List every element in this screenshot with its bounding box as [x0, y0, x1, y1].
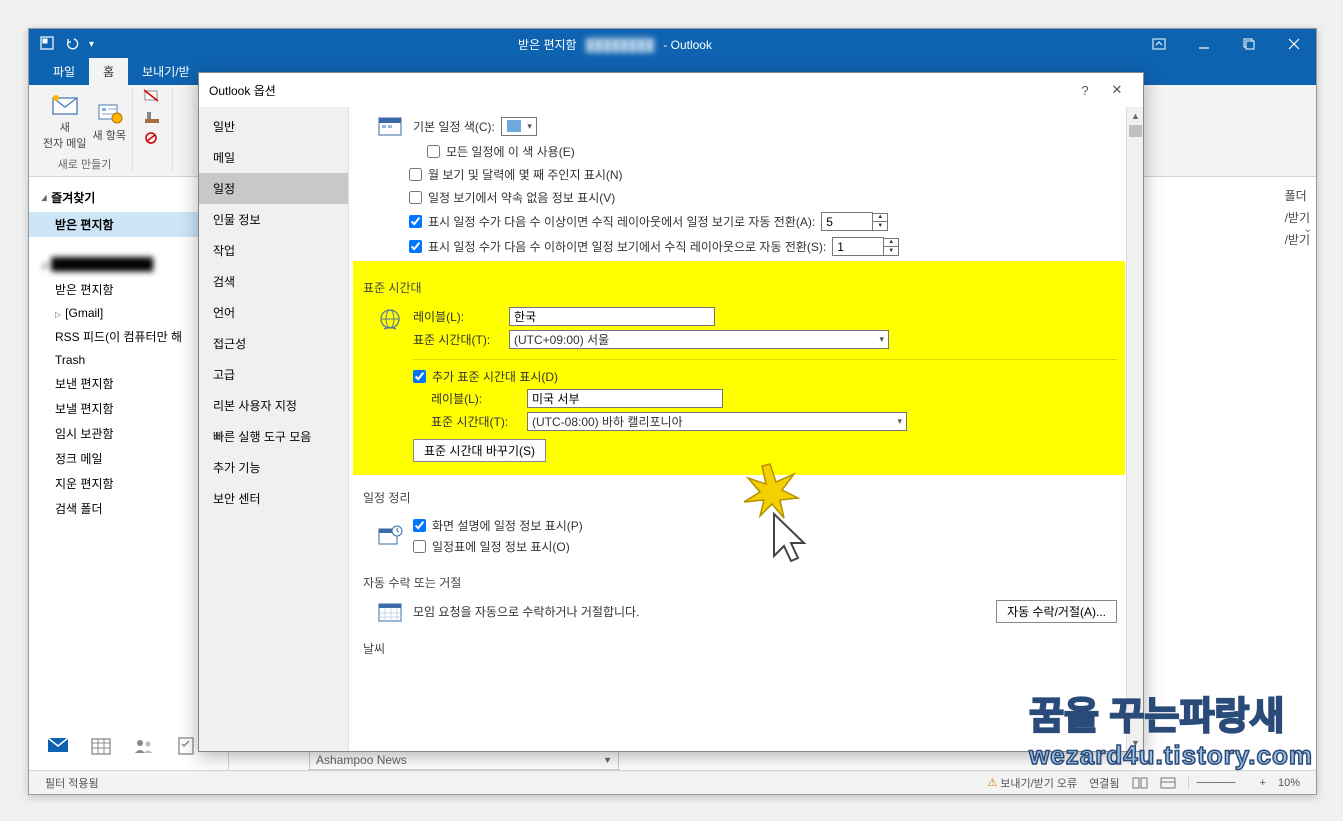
calendar-nav-icon[interactable] [91, 737, 111, 760]
cb-screentip[interactable] [413, 519, 426, 532]
options-content: 기본 일정 색(C): ▾ 모든 일정에 이 색 사용(E) 월 보기 및 달력… [349, 107, 1143, 751]
nav-addins[interactable]: 추가 기능 [199, 452, 348, 483]
auto-accept-icon [373, 601, 407, 623]
status-connected: 연결됨 [1089, 775, 1119, 791]
nav-qat[interactable]: 빠른 실행 도구 모음 [199, 421, 348, 452]
new-email-button[interactable]: 새 전자 메일 [43, 93, 87, 151]
tz-label-label: 레이블(L): [413, 308, 499, 325]
spin-threshold-2[interactable]: ▲▼ [832, 237, 899, 256]
dialog-help-button[interactable]: ? [1069, 83, 1101, 98]
tasks-nav-icon[interactable] [177, 737, 195, 760]
nav-advanced[interactable]: 고급 [199, 359, 348, 390]
tz2-label-input[interactable] [527, 389, 723, 408]
view-normal-icon[interactable] [1132, 777, 1148, 789]
spin-threshold-1[interactable]: ▲▼ [821, 212, 888, 231]
close-button[interactable] [1271, 29, 1316, 59]
nav-language[interactable]: 언어 [199, 297, 348, 328]
timezone-header: 표준 시간대 [359, 273, 1117, 302]
junk-icon[interactable] [143, 131, 161, 148]
auto-accept-desc: 모임 요청을 자동으로 수락하거나 거절합니다. [413, 603, 990, 620]
cb-no-appointment[interactable] [409, 191, 422, 204]
ribbon-group-label: 새로 만들기 [58, 156, 112, 172]
default-color-picker[interactable]: ▾ [501, 117, 537, 136]
tz2-timezone-select[interactable]: (UTC-08:00) 바하 캘리포니아▾ [527, 412, 907, 431]
nav-people[interactable]: 인물 정보 [199, 204, 348, 235]
timezone-section-highlighted: 표준 시간대 레이블(L): 표준 시간대(T): (UTC+09:00) 서울… [353, 261, 1125, 475]
ribbon-group-new: 새 전자 메일 새 항목 새로 만들기 [37, 89, 133, 172]
status-sendreceive-error[interactable]: ⚠보내기/받기 오류 [987, 775, 1077, 791]
cb-auto-vertical[interactable] [409, 215, 422, 228]
tz2-timezone-label: 표준 시간대(T): [431, 413, 517, 430]
ribbon-options-icon[interactable] [1136, 29, 1181, 59]
nav-mail[interactable]: 메일 [199, 142, 348, 173]
nav-ribbon[interactable]: 리본 사용자 지정 [199, 390, 348, 421]
undo-icon[interactable] [65, 36, 79, 53]
window-title: 받은 편지함 ████████ - Outlook [94, 36, 1136, 53]
cb-auto-vertical-2[interactable] [409, 240, 422, 253]
tz-timezone-label: 표준 시간대(T): [413, 331, 499, 348]
ribbon-right-remnant: 폴더 /받기 /받기 ⌄ [1285, 185, 1310, 251]
status-filter: 필터 적용됨 [45, 775, 99, 791]
weather-header: 날씨 [359, 634, 1117, 663]
tz-timezone-select[interactable]: (UTC+09:00) 서울▾ [509, 330, 889, 349]
options-scrollbar[interactable]: ▲ ▼ [1126, 107, 1143, 751]
nav-tasks[interactable]: 작업 [199, 235, 348, 266]
cb-week-numbers[interactable] [409, 168, 422, 181]
scheduling-header: 일정 정리 [359, 483, 1117, 512]
zoom-out-button[interactable]: ───── [1188, 777, 1248, 789]
auto-accept-header: 자동 수락 또는 거절 [359, 568, 1117, 597]
tab-sendreceive[interactable]: 보내기/받 [128, 58, 204, 85]
nav-search[interactable]: 검색 [199, 266, 348, 297]
calendar-color-icon [373, 115, 407, 137]
options-nav: 일반 메일 일정 인물 정보 작업 검색 언어 접근성 고급 리본 사용자 지정… [199, 107, 349, 751]
swap-timezones-button[interactable]: 표준 시간대 바꾸기(S) [413, 439, 546, 462]
tz-label-input[interactable] [509, 307, 715, 326]
zoom-in-button[interactable]: + [1260, 777, 1266, 789]
default-color-label: 기본 일정 색(C): [413, 118, 495, 135]
statusbar: 필터 적용됨 ⚠보내기/받기 오류 연결됨 ───── + 10% [29, 770, 1316, 794]
mail-nav-icon[interactable] [47, 737, 69, 760]
ribbon-group-delete [133, 89, 173, 172]
auto-accept-button[interactable]: 자동 수락/거절(A)... [996, 600, 1117, 623]
nav-accessibility[interactable]: 접근성 [199, 328, 348, 359]
dialog-title: Outlook 옵션 [209, 82, 1069, 99]
people-nav-icon[interactable] [133, 737, 155, 760]
minimize-button[interactable] [1181, 29, 1226, 59]
tz2-label-label: 레이블(L): [431, 390, 517, 407]
cb-all-calendars[interactable] [427, 145, 440, 158]
view-reading-icon[interactable] [1160, 777, 1176, 789]
ashampoo-dropdown[interactable]: Ashampoo News▼ [309, 750, 619, 770]
dialog-titlebar: Outlook 옵션 ? ✕ [199, 73, 1143, 107]
zoom-level: 10% [1278, 777, 1300, 789]
maximize-button[interactable] [1226, 29, 1271, 59]
nav-general[interactable]: 일반 [199, 111, 348, 142]
nav-calendar[interactable]: 일정 [199, 173, 348, 204]
app-icon [39, 35, 55, 54]
options-dialog: Outlook 옵션 ? ✕ 일반 메일 일정 인물 정보 작업 검색 언어 접… [198, 72, 1144, 752]
tab-home[interactable]: 홈 [89, 58, 128, 85]
scheduling-icon [373, 525, 407, 547]
nav-trust[interactable]: 보안 센터 [199, 483, 348, 514]
titlebar: ▾ 받은 편지함 ████████ - Outlook [29, 29, 1316, 59]
cleanup-icon[interactable] [143, 110, 161, 127]
globe-icon [373, 305, 407, 335]
tab-file[interactable]: 파일 [39, 58, 89, 85]
cb-additional-tz[interactable] [413, 370, 426, 383]
cb-schedule-info[interactable] [413, 540, 426, 553]
dialog-close-button[interactable]: ✕ [1101, 82, 1133, 98]
new-items-button[interactable]: 새 항목 [93, 101, 126, 143]
ignore-icon[interactable] [143, 89, 161, 106]
